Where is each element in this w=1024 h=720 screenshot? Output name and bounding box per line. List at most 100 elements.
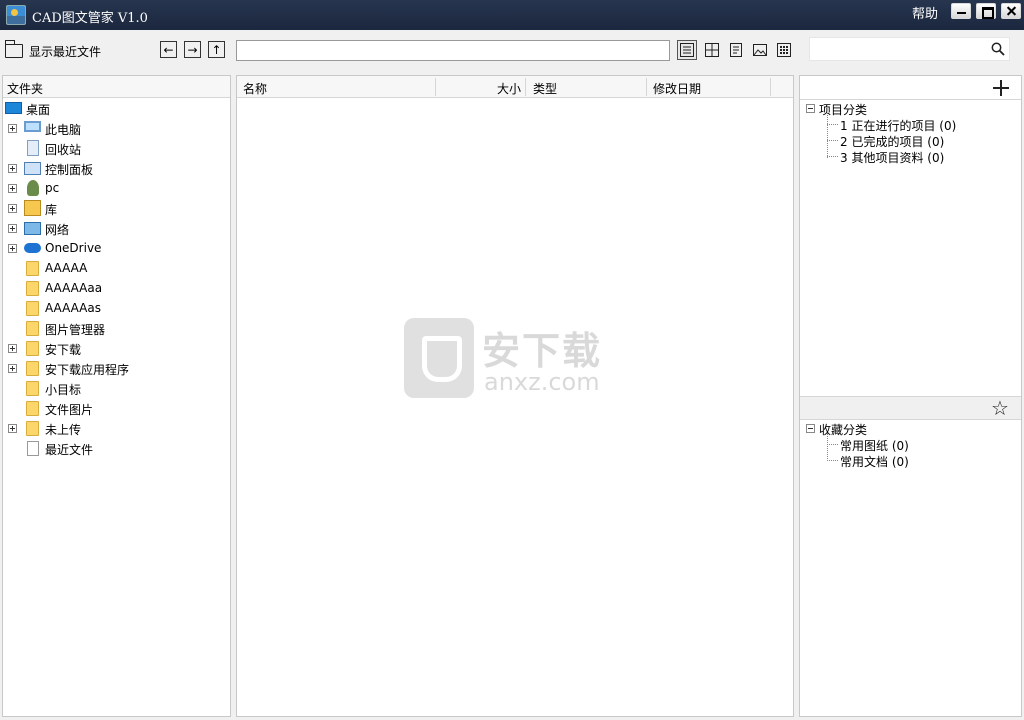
column-divider[interactable]	[435, 78, 436, 96]
thumbnail-view-button[interactable]	[702, 40, 722, 60]
tree-item-label: 安下载应用程序	[45, 363, 130, 377]
computer-icon	[24, 121, 41, 132]
library-icon	[24, 200, 41, 216]
project-category-root[interactable]: 项目分类	[800, 100, 1021, 117]
favorites-label: 常用文档 (0)	[840, 455, 909, 469]
project-category-item[interactable]: 2 已完成的项目 (0)	[800, 132, 1021, 149]
list-view-icon	[680, 43, 694, 57]
tree-item-label: 此电脑	[45, 123, 82, 137]
collapse-icon[interactable]	[806, 424, 815, 433]
detail-view-button[interactable]	[726, 40, 746, 60]
up-folder-button[interactable]: ↑	[208, 41, 225, 58]
expand-icon[interactable]	[8, 244, 17, 253]
expand-icon[interactable]	[8, 184, 17, 193]
forward-button[interactable]: →	[184, 41, 201, 58]
tree-item-label: pc	[45, 181, 60, 195]
column-size[interactable]: 大小	[497, 80, 521, 97]
path-input[interactable]	[236, 40, 670, 61]
image-view-button[interactable]	[750, 40, 770, 60]
star-icon[interactable]: ☆	[991, 397, 1009, 419]
tree-item-folder[interactable]: 文件图片	[3, 398, 230, 418]
maximize-button[interactable]	[976, 3, 996, 19]
expand-icon[interactable]	[8, 204, 17, 213]
tree-item-this-pc[interactable]: 此电脑	[3, 118, 230, 138]
tree-item-label: 控制面板	[45, 163, 94, 177]
project-category-label: 3 其他项目资料 (0)	[840, 151, 945, 165]
folder-icon	[26, 321, 39, 336]
tree-item-label: 桌面	[26, 103, 51, 117]
favorites-root[interactable]: 收藏分类	[800, 420, 1021, 437]
control-panel-icon	[24, 162, 41, 175]
tree-item-user[interactable]: pc	[3, 178, 230, 198]
minimize-button[interactable]	[951, 3, 971, 19]
grid-view-button[interactable]	[774, 40, 794, 60]
expand-icon[interactable]	[8, 164, 17, 173]
folder-icon	[26, 341, 39, 356]
folder-icon	[26, 281, 39, 296]
tree-item-label: 最近文件	[45, 443, 94, 457]
tree-item-label: 安下载	[45, 343, 82, 357]
column-divider[interactable]	[525, 78, 526, 96]
expand-icon[interactable]	[8, 424, 17, 433]
toolbar: 显示最近文件 ← → ↑	[0, 30, 1024, 74]
back-button[interactable]: ←	[160, 41, 177, 58]
app-logo-icon	[6, 5, 26, 25]
column-type[interactable]: 类型	[533, 80, 557, 97]
tree-item-label: AAAAAaa	[45, 281, 103, 295]
close-button[interactable]	[1001, 3, 1021, 19]
watermark-text: 安下载	[482, 329, 603, 373]
file-list-header: 名称 大小 类型 修改日期	[237, 76, 793, 98]
help-menu[interactable]: 帮助	[912, 3, 938, 22]
tree-item-onedrive[interactable]: OneDrive	[3, 238, 230, 258]
tree-item-recycle-bin[interactable]: 回收站	[3, 138, 230, 158]
search-icon[interactable]	[991, 42, 1005, 56]
expand-icon[interactable]	[8, 364, 17, 373]
tree-item-label: 文件图片	[45, 403, 94, 417]
watermark: 安下载 anxz.com	[404, 318, 624, 398]
tree-item-label: 小目标	[45, 383, 82, 397]
desktop-icon	[5, 102, 22, 114]
tree-item-control-panel[interactable]: 控制面板	[3, 158, 230, 178]
favorites-item[interactable]: 常用文档 (0)	[800, 452, 1021, 469]
folder-tree: 桌面 此电脑 回收站 控制面板 pc 库 网络 OneDrive AAAAA A…	[3, 98, 230, 458]
tree-item-folder[interactable]: 安下载	[3, 338, 230, 358]
expand-icon[interactable]	[8, 224, 17, 233]
document-icon	[27, 441, 39, 456]
tree-item-folder[interactable]: 图片管理器	[3, 318, 230, 338]
folder-panel-title: 文件夹	[7, 82, 44, 96]
show-recent-files-button[interactable]: 显示最近文件	[5, 40, 101, 62]
expand-icon[interactable]	[8, 124, 17, 133]
add-category-button[interactable]	[992, 79, 1010, 97]
tree-item-folder[interactable]: 未上传	[3, 418, 230, 438]
tree-item-label: AAAAA	[45, 261, 88, 275]
tree-item-folder[interactable]: AAAAA	[3, 258, 230, 278]
tree-item-folder[interactable]: AAAAAaa	[3, 278, 230, 298]
tree-item-label: 回收站	[45, 143, 82, 157]
folder-icon	[26, 421, 39, 436]
watermark-domain: anxz.com	[484, 368, 600, 396]
collapse-icon[interactable]	[806, 104, 815, 113]
tree-item-library[interactable]: 库	[3, 198, 230, 218]
tree-item-recent-files[interactable]: 最近文件	[3, 438, 230, 458]
tree-item-folder[interactable]: 安下载应用程序	[3, 358, 230, 378]
favorites-item[interactable]: 常用图纸 (0)	[800, 436, 1021, 453]
column-modified-date[interactable]: 修改日期	[653, 80, 701, 97]
tree-item-label: 图片管理器	[45, 323, 106, 337]
column-divider[interactable]	[770, 78, 771, 96]
project-category-item[interactable]: 3 其他项目资料 (0)	[800, 148, 1021, 165]
tree-item-folder[interactable]: AAAAAas	[3, 298, 230, 318]
project-category-header	[800, 76, 1021, 100]
expand-icon[interactable]	[8, 344, 17, 353]
list-view-button[interactable]	[677, 40, 697, 60]
tree-item-label: 库	[45, 203, 58, 217]
column-divider[interactable]	[646, 78, 647, 96]
column-name[interactable]: 名称	[243, 80, 267, 97]
tree-item-desktop[interactable]: 桌面	[3, 98, 230, 118]
search-input[interactable]	[809, 37, 1010, 61]
tree-item-label: 网络	[45, 223, 70, 237]
project-category-item[interactable]: 1 正在进行的项目 (0)	[800, 116, 1021, 133]
window-title: CAD图文管家 V1.0	[32, 11, 148, 26]
tree-item-folder[interactable]: 小目标	[3, 378, 230, 398]
tree-item-network[interactable]: 网络	[3, 218, 230, 238]
folder-icon	[26, 381, 39, 396]
